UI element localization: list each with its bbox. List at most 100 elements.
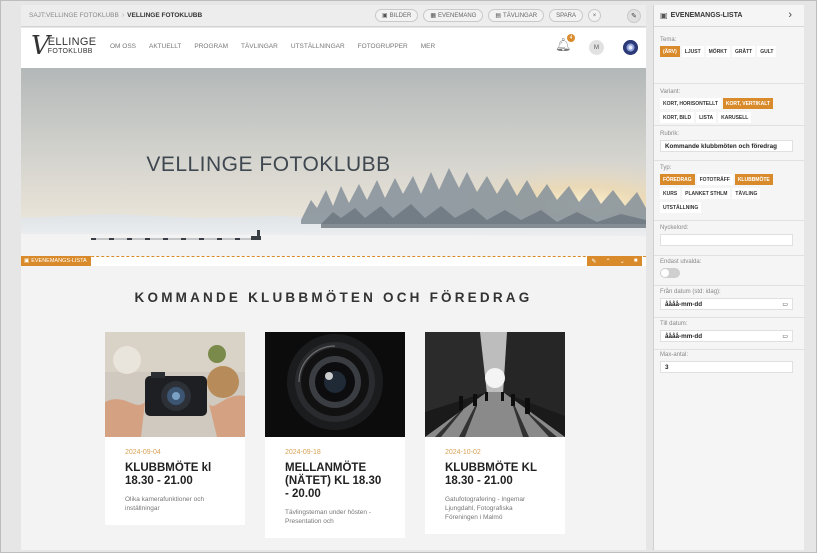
nav-item-mer[interactable]: MER [421, 43, 435, 50]
fran-datum-value: åååå-mm-dd [665, 300, 703, 308]
rubrik-input[interactable]: Kommande klubbmöten och föredrag [660, 140, 793, 152]
fran-datum-input[interactable]: åååå-mm-dd ▭ [660, 298, 793, 310]
section-tools: ✎ ⌃ ⌄ ■ [587, 256, 642, 266]
variant-option-lista[interactable]: LISTA [696, 112, 717, 123]
events-title: KOMMANDE KLUBBMÖTEN OCH FÖREDRAG [134, 290, 533, 305]
variant-label: Variant: [660, 89, 681, 95]
calendar-icon[interactable]: ▭ [782, 301, 788, 308]
typ-option-foredrag[interactable]: FÖREDRAG [660, 174, 695, 185]
edit-section-icon[interactable]: ✎ [592, 258, 597, 265]
event-card[interactable]: 2024-10-02 KLUBBMÖTE KL 18.30 - 21.00 Ga… [425, 332, 565, 534]
typ-label: Typ: [660, 165, 672, 171]
variant-option-kort-bild[interactable]: KORT, BILD [660, 112, 695, 123]
collapse-panel-icon[interactable]: › [788, 9, 792, 21]
nyckelord-input[interactable] [660, 234, 793, 246]
typ-option-planket-sthlm[interactable]: PLANKET STHLM [682, 188, 731, 199]
event-description: Tävlingsteman under hösten - Presentatio… [285, 509, 371, 525]
typ-option-utstallning[interactable]: UTSTÄLLNING [660, 202, 702, 213]
move-down-icon[interactable]: ⌄ [620, 258, 625, 265]
images-button[interactable]: ▣ BILDER [375, 9, 419, 22]
top-actions: ▣ BILDER ▦ EVENEMANG ▤ TÄVLINGAR SPARA × [375, 9, 601, 22]
admin-topbar: SAJT:VELLINGE FOTOKLUBB › VELLINGE FOTOK… [21, 5, 646, 27]
divider [654, 125, 805, 126]
competitions-button-label: TÄVLINGAR [503, 12, 538, 19]
nav-item-tavlingar[interactable]: TÄVLINGAR [241, 43, 278, 50]
event-date: 2024-10-02 [445, 449, 481, 456]
typ-option-klubbmote[interactable]: KLUBBMÖTE [734, 174, 773, 185]
nyckelord-field: Nyckelord: [660, 225, 793, 246]
avatar-initial: M [594, 44, 599, 51]
tema-option-arv[interactable]: (ÄRV) [660, 46, 680, 57]
close-icon: × [592, 12, 597, 19]
tema-option-gratt[interactable]: GRÅTT [731, 46, 756, 57]
rubrik-label: Rubrik: [660, 131, 680, 137]
move-up-icon[interactable]: ⌃ [606, 258, 611, 265]
close-edit-button[interactable]: × [587, 9, 601, 22]
event-date: 2024-09-04 [125, 449, 161, 456]
avatar[interactable]: M [589, 40, 604, 55]
main-nav: OM OSS AKTUELLT PROGRAM TÄVLINGAR UTSTÄL… [110, 43, 435, 50]
nyckelord-label: Nyckelord: [660, 225, 689, 231]
event-card-image [425, 332, 565, 437]
nav-item-aktuellt[interactable]: AKTUELLT [149, 43, 181, 50]
list-icon: ▣ [24, 258, 30, 264]
max-antal-input[interactable]: 3 [660, 361, 793, 373]
site-logo[interactable]: V ELLINGE FOTOKLUBB [31, 33, 97, 59]
breadcrumb-parent[interactable]: SAJT:VELLINGE FOTOKLUBB [29, 12, 119, 19]
typ-field: Typ: FÖREDRAG FOTOTRÄFF KLUBBMÖTE KURS P… [660, 165, 793, 213]
till-datum-label: Till datum: [660, 321, 688, 327]
panel-header: ▣ EVENEMANGS-LISTA › [654, 5, 804, 27]
logo-line2: FOTOKLUBB [47, 48, 93, 55]
fran-datum-field: Från datum (std: idag): åååå-mm-dd ▭ [660, 289, 793, 310]
edit-pencil-button[interactable]: ✎ [627, 9, 641, 23]
typ-option-kurs[interactable]: KURS [660, 188, 681, 199]
nav-item-utstallningar[interactable]: UTSTÄLLNINGAR [291, 43, 345, 50]
event-card-image [265, 332, 405, 437]
variant-option-karusell[interactable]: KARUSELL [718, 112, 752, 123]
till-datum-field: Till datum: åååå-mm-dd ▭ [660, 321, 793, 342]
tema-option-ljust[interactable]: LJUST [681, 46, 704, 57]
breadcrumb-separator: › [121, 12, 125, 19]
trophy-icon: ▤ [495, 13, 502, 19]
club-badge-icon[interactable] [623, 40, 638, 55]
variant-option-kort-horisontellt[interactable]: KORT, HORISONTELLT [660, 98, 721, 109]
variant-option-kort-vertikalt[interactable]: KORT, VERTIKALT [722, 98, 773, 109]
settings-panel: ▣ EVENEMANGS-LISTA › Tema: (ÄRV) LJUST M… [653, 5, 805, 550]
nav-item-program[interactable]: PROGRAM [194, 43, 228, 50]
competitions-button[interactable]: ▤ TÄVLINGAR [488, 9, 545, 22]
section-label-badge[interactable]: ▣ EVENEMANGS-LISTA [21, 256, 91, 266]
save-button-label: SPARA [556, 12, 576, 19]
tema-field: Tema: (ÄRV) LJUST MÖRKT GRÅTT GULT [660, 37, 793, 57]
events-button[interactable]: ▦ EVENEMANG [423, 9, 484, 22]
endast-utvalda-toggle[interactable] [660, 268, 680, 278]
logo-line1: ELLINGE [47, 36, 97, 48]
events-section: KOMMANDE KLUBBMÖTEN OCH FÖREDRAG 2024-09… [21, 266, 646, 550]
event-card[interactable]: 2024-09-04 KLUBBMÖTE kl 18.30 - 21.00 Ol… [105, 332, 245, 525]
event-description: Olika kamerafunktioner och inställningar [125, 496, 205, 512]
tema-option-gult[interactable]: GULT [757, 46, 777, 57]
notification-badge: 4 [567, 34, 575, 42]
calendar-icon: ▦ [430, 13, 437, 19]
hero-banner: VELLINGE FOTOKLUBB [21, 68, 646, 256]
divider [654, 317, 805, 318]
tema-option-morkt[interactable]: MÖRKT [705, 46, 730, 57]
save-button[interactable]: SPARA [549, 9, 583, 22]
till-datum-input[interactable]: åååå-mm-dd ▭ [660, 330, 793, 342]
breadcrumb-current: VELLINGE FOTOKLUBB [127, 12, 203, 19]
app-window: SAJT:VELLINGE FOTOKLUBB › VELLINGE FOTOK… [0, 0, 817, 553]
calendar-icon[interactable]: ▭ [782, 333, 788, 340]
variant-field: Variant: KORT, HORISONTELLT KORT, VERTIK… [660, 89, 793, 123]
divider [654, 285, 805, 286]
typ-option-tavling[interactable]: TÄVLING [732, 188, 761, 199]
max-antal-label: Max-antal: [660, 352, 689, 358]
site-preview: V ELLINGE FOTOKLUBB OM OSS AKTUELLT PROG… [21, 28, 646, 550]
rubrik-field: Rubrik: Kommande klubbmöten och föredrag [660, 131, 793, 152]
nav-item-fotogrupper[interactable]: FOTOGRUPPER [358, 43, 408, 50]
delete-section-icon[interactable]: ■ [634, 258, 638, 264]
event-title: MELLANMÖTE (NÄTET) KL 18.30 - 20.00 [285, 462, 382, 500]
event-card[interactable]: 2024-09-18 MELLANMÖTE (NÄTET) KL 18.30 -… [265, 332, 405, 538]
typ-option-fototraff[interactable]: FOTOTRÄFF [696, 174, 733, 185]
pencil-icon: ✎ [631, 13, 637, 20]
hero-title: VELLINGE FOTOKLUBB [146, 153, 391, 176]
nav-item-om-oss[interactable]: OM OSS [110, 43, 136, 50]
